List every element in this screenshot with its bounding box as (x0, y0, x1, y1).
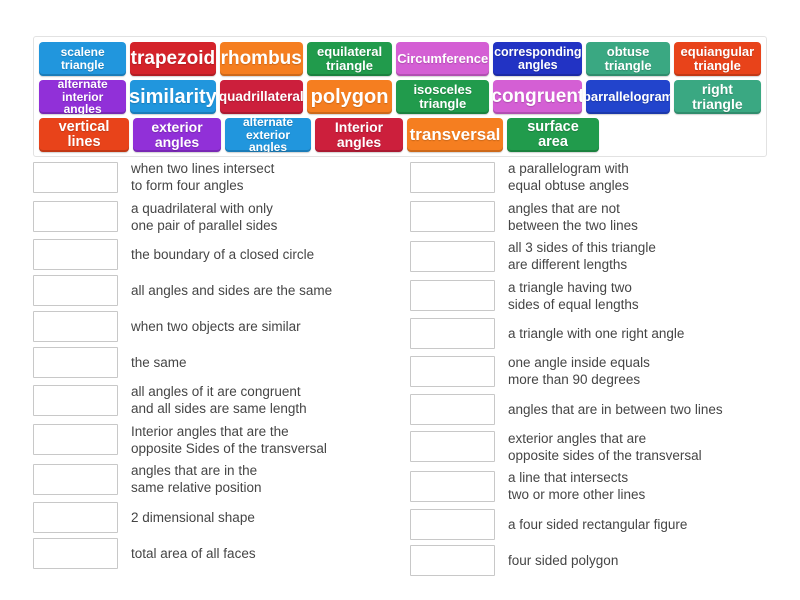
drop-target-box[interactable] (33, 201, 118, 233)
answer-row: total area of all faces (33, 537, 408, 569)
answer-row: angles that are not between the two line… (410, 200, 785, 235)
draggable-tile[interactable]: parrallelogram (586, 80, 670, 114)
draggable-tile[interactable]: alternate exterior angles (225, 118, 311, 152)
drop-target-box[interactable] (33, 161, 118, 193)
answer-definition-text: one angle inside equals more than 90 deg… (508, 355, 650, 388)
answer-definition-text: the same (131, 354, 187, 370)
answer-row: the same (33, 347, 408, 379)
answer-definition-text: angles that are not between the two line… (508, 200, 638, 233)
drop-target-box[interactable] (33, 311, 118, 343)
drop-target-box[interactable] (410, 393, 495, 425)
answer-definition-text: the boundary of a closed circle (131, 246, 315, 262)
answer-definition-text: a line that intersects two or more other… (508, 470, 646, 503)
answer-column-right: a parallelogram with equal obtuse angles… (410, 160, 785, 581)
answer-definition-text: a triangle having two sides of equal len… (508, 279, 639, 312)
answer-row: angles that are in between two lines (410, 393, 785, 425)
answer-definition-text: exterior angles that are opposite sides … (508, 430, 702, 463)
answer-definition-text: 2 dimensional shape (131, 509, 255, 525)
draggable-tile[interactable]: alternate interior angles (39, 80, 127, 114)
answer-definition-text: a four sided rectangular figure (508, 516, 688, 532)
tile-bank: scalene triangle trapezoid rhombus equilate… (33, 36, 767, 157)
draggable-tile[interactable]: congruent (493, 80, 583, 114)
drop-target-box[interactable] (33, 424, 118, 456)
draggable-tile[interactable]: trapezoid (130, 42, 216, 76)
answer-row: a line that intersects two or more other… (410, 469, 785, 504)
draggable-tile[interactable]: obtuse triangle (586, 42, 670, 76)
answer-definition-text: all angles and sides are the same (131, 282, 333, 298)
drop-target-box[interactable] (33, 347, 118, 379)
answer-row: all angles of it are congruent and all s… (33, 383, 408, 418)
draggable-tile[interactable]: isosceles triangle (396, 80, 490, 114)
answer-row: a parallelogram with equal obtuse angles (410, 160, 785, 195)
draggable-tile[interactable]: surface area (507, 118, 599, 152)
answer-row: all angles and sides are the same (33, 275, 408, 307)
answer-definition-text: a parallelogram with equal obtuse angles (508, 161, 629, 194)
drop-target-box[interactable] (410, 355, 495, 387)
draggable-tile[interactable]: transversal (407, 118, 503, 152)
answer-definition-text: all 3 sides of this triangle are differe… (508, 240, 656, 273)
answer-column-left: when two lines intersect to form four an… (33, 160, 408, 574)
answer-definition-text: angles that are in between two lines (508, 401, 723, 417)
drop-target-box[interactable] (33, 463, 118, 495)
answer-row: angles that are in the same relative pos… (33, 462, 408, 497)
answer-row: a triangle having two sides of equal len… (410, 279, 785, 314)
answer-row: when two lines intersect to form four an… (33, 160, 408, 195)
answer-row: the boundary of a closed circle (33, 239, 408, 271)
answer-definition-text: when two objects are similar (131, 318, 301, 334)
draggable-tile[interactable]: Circumference (396, 42, 490, 76)
drop-target-box[interactable] (410, 470, 495, 502)
draggable-tile[interactable]: rhombus (219, 42, 303, 76)
draggable-tile[interactable]: vertical lines (39, 118, 129, 152)
answer-row: four sided polygon (410, 544, 785, 576)
drop-target-box[interactable] (410, 544, 495, 576)
tile-row: alternate interior angles similarity quadr… (39, 80, 761, 114)
draggable-tile[interactable]: quadrillateral (219, 80, 303, 114)
drop-target-box[interactable] (33, 275, 118, 307)
answer-row: all 3 sides of this triangle are differe… (410, 239, 785, 274)
answer-definition-text: a quadrilateral with only one pair of pa… (131, 200, 278, 233)
drop-target-box[interactable] (410, 240, 495, 272)
answer-row: a four sided rectangular figure (410, 508, 785, 540)
answer-row: Interior angles that are the opposite Si… (33, 423, 408, 458)
tile-row: vertical lines exterior angles alternate e… (39, 118, 761, 152)
drop-target-box[interactable] (33, 537, 118, 569)
drop-target-box[interactable] (410, 280, 495, 312)
drop-target-box[interactable] (410, 318, 495, 350)
answer-definition-text: total area of all faces (131, 545, 256, 561)
answer-row: a quadrilateral with only one pair of pa… (33, 200, 408, 235)
draggable-tile[interactable]: similarity (130, 80, 216, 114)
answer-definition-text: when two lines intersect to form four an… (131, 161, 275, 194)
answer-definition-text: Interior angles that are the opposite Si… (131, 423, 327, 456)
draggable-tile[interactable]: exterior angles (133, 118, 221, 152)
answer-row: when two objects are similar (33, 311, 408, 343)
answer-definition-text: all angles of it are congruent and all s… (131, 384, 307, 417)
drop-target-box[interactable] (410, 161, 495, 193)
answer-row: a triangle with one right angle (410, 318, 785, 350)
drop-target-box[interactable] (410, 508, 495, 540)
tile-row: scalene triangle trapezoid rhombus equilate… (39, 42, 761, 76)
draggable-tile[interactable]: equilateral triangle (306, 42, 393, 76)
answer-row: one angle inside equals more than 90 deg… (410, 354, 785, 389)
answer-definition-text: angles that are in the same relative pos… (131, 463, 262, 496)
drop-target-box[interactable] (33, 384, 118, 416)
draggable-tile[interactable]: scalene triangle (39, 42, 127, 76)
drop-target-box[interactable] (410, 201, 495, 233)
draggable-tile[interactable]: corresponding angles (493, 42, 583, 76)
answer-row: exterior angles that are opposite sides … (410, 430, 785, 465)
drop-target-box[interactable] (410, 431, 495, 463)
drop-target-box[interactable] (33, 239, 118, 271)
answer-row: 2 dimensional shape (33, 501, 408, 533)
drop-target-box[interactable] (33, 501, 118, 533)
answer-definition-text: four sided polygon (508, 552, 619, 568)
draggable-tile[interactable]: Interior angles (315, 118, 403, 152)
draggable-tile[interactable]: polygon (306, 80, 393, 114)
draggable-tile[interactable]: right triangle (673, 80, 761, 114)
draggable-tile[interactable]: equiangular triangle (673, 42, 761, 76)
answer-definition-text: a triangle with one right angle (508, 325, 685, 341)
